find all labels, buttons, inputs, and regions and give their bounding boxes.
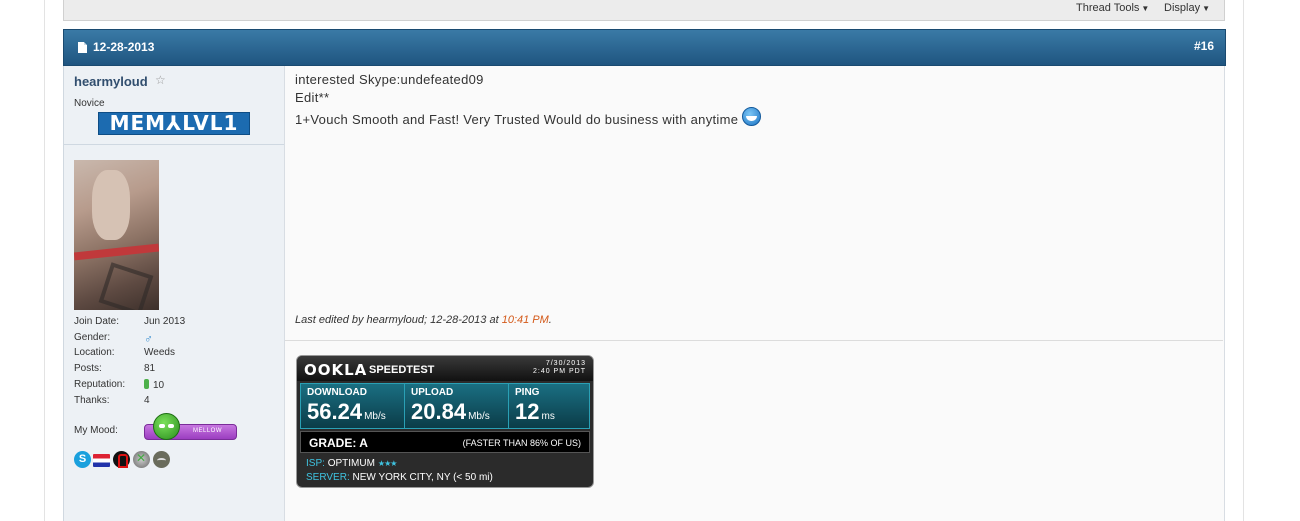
post-message: interested Skype:undefeated09 Edit** 1+V…: [295, 71, 762, 129]
post-number-link[interactable]: #16: [1194, 39, 1214, 53]
post-date: 12-28-2013: [93, 40, 155, 54]
stat-location: Location: Weeds: [74, 347, 274, 361]
upload-label: UPLOAD: [411, 387, 454, 398]
upload-unit: Mb/s: [468, 411, 490, 422]
mood-label: My Mood:: [74, 425, 118, 436]
playstation-icon[interactable]: [113, 451, 130, 468]
last-edited-text: Last edited by hearmyloud; 12-28-2013 at: [295, 314, 502, 326]
signature-divider: [285, 340, 1223, 341]
stat-label: Gender:: [74, 332, 111, 343]
speedtest-date: 7/30/2013: [545, 360, 586, 367]
ping-value: 12 ms: [515, 399, 555, 425]
isp-label: ISP:: [306, 458, 325, 469]
speedtest-title: SPEEDTEST: [369, 364, 435, 376]
speedtest-time: 2:40 PM PDT: [532, 368, 586, 375]
stat-reputation: Reputation: 10: [74, 379, 274, 393]
display-menu[interactable]: Display ▼: [1164, 2, 1210, 14]
stat-label: Posts:: [74, 363, 102, 374]
upload-metric: UPLOAD 20.84 Mb/s: [405, 384, 509, 428]
ookla-logo: OOKLA: [304, 361, 368, 379]
faster-than: (FASTER THAN 86% OF US): [462, 438, 581, 448]
upload-number: 20.84: [411, 399, 467, 424]
chevron-down-icon: ▼: [1202, 4, 1210, 13]
stat-value: Weeds: [144, 347, 175, 358]
stat-gender: Gender: ♂: [74, 332, 274, 346]
last-edited-time: 10:41 PM: [501, 314, 549, 326]
speedtest-datetime: 7/30/2013 2:40 PM PDT: [533, 360, 586, 376]
last-edited-suffix: .: [548, 314, 552, 326]
download-unit: Mb/s: [364, 411, 386, 422]
xbox-icon[interactable]: [133, 451, 150, 468]
stat-value: 4: [144, 395, 150, 406]
chevron-down-icon: ▼: [1141, 4, 1150, 13]
stat-value: 81: [144, 363, 156, 374]
stat-join-date: Join Date: Jun 2013: [74, 316, 274, 330]
last-edited-note: Last edited by hearmyloud; 12-28-2013 at…: [295, 314, 552, 326]
upload-value: 20.84 Mb/s: [411, 399, 490, 425]
thread-tools-label: Thread Tools: [1076, 2, 1140, 14]
username-link[interactable]: hearmyloud: [74, 74, 148, 89]
display-label: Display: [1164, 2, 1201, 14]
thread-tools-menu[interactable]: Thread Tools ▼: [1076, 2, 1149, 14]
server-value: NEW YORK CITY, NY (< 50 mi): [352, 472, 493, 483]
stat-label: Join Date:: [74, 316, 120, 327]
download-metric: DOWNLOAD 56.24 Mb/s: [301, 384, 405, 428]
stat-value: Jun 2013: [144, 316, 186, 327]
stat-label: Location:: [74, 347, 115, 358]
male-icon: ♂: [144, 332, 153, 346]
skype-icon[interactable]: S: [74, 451, 91, 468]
speedtest-grade: GRADE: A (FASTER THAN 86% OF US): [300, 431, 590, 453]
message-line: interested Skype:undefeated09: [295, 72, 484, 87]
grade-value: GRADE: A: [309, 436, 368, 450]
stat-label: Reputation:: [74, 379, 126, 390]
speedtest-isp: ISP: OPTIMUM ★★★ SERVER: NEW YORK CITY, N…: [306, 457, 493, 485]
mood-value: MELLOW: [192, 428, 222, 434]
user-info-panel: hearmyloud ☆ Novice MEM⅄LVL1 Join Date: …: [63, 66, 285, 521]
flag-icon[interactable]: [93, 454, 110, 467]
rank-image: MEM⅄LVL1: [98, 112, 250, 135]
stat-posts: Posts: 81: [74, 363, 274, 377]
post-content: interested Skype:undefeated09 Edit** 1+V…: [285, 66, 1225, 521]
ping-number: 12: [515, 399, 540, 424]
isp-stars: ★★★: [377, 459, 397, 468]
message-text: 1+Vouch Smooth and Fast! Very Trusted Wo…: [295, 112, 739, 127]
steam-icon[interactable]: [153, 451, 170, 468]
reputation-icon: [144, 379, 149, 389]
stat-value: 10: [153, 380, 165, 391]
download-number: 56.24: [307, 399, 363, 424]
post-icon: [78, 42, 87, 53]
thread-toolbar: Thread Tools ▼ Display ▼: [63, 0, 1225, 21]
mood-face-icon: [153, 413, 180, 440]
speedtest-metrics: DOWNLOAD 56.24 Mb/s UPLOAD 20.84 Mb/s PING…: [300, 383, 590, 429]
user-title: Novice: [74, 98, 105, 109]
star-icon: ☆: [155, 73, 166, 87]
smile-icon: [742, 107, 762, 126]
speedtest-header: OOKLA SPEEDTEST 7/30/2013 2:40 PM PDT: [297, 356, 593, 381]
speedtest-signature-image[interactable]: OOKLA SPEEDTEST 7/30/2013 2:40 PM PDT DO…: [296, 355, 594, 488]
message-line: 1+Vouch Smooth and Fast! Very Trusted Wo…: [295, 107, 762, 129]
ping-label: PING: [515, 387, 540, 398]
isp-value: OPTIMUM: [327, 458, 375, 469]
stat-label: Thanks:: [74, 395, 110, 406]
avatar[interactable]: [74, 160, 159, 310]
post-header: 12-28-2013 #16: [63, 29, 1226, 66]
ping-unit: ms: [541, 411, 555, 422]
ping-metric: PING 12 ms: [509, 384, 589, 428]
stat-thanks: Thanks: 4: [74, 395, 274, 409]
server-label: SERVER:: [306, 472, 350, 483]
download-label: DOWNLOAD: [307, 387, 367, 398]
message-line: Edit**: [295, 90, 330, 105]
divider: [64, 144, 284, 145]
download-value: 56.24 Mb/s: [307, 399, 386, 425]
